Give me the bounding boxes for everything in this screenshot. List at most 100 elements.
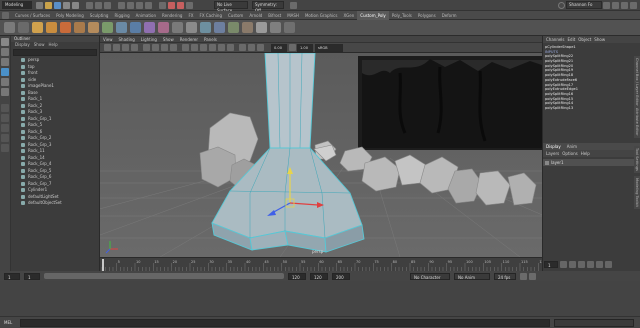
help-icon[interactable] — [603, 1, 610, 9]
shelf-tab-animation[interactable]: Animation — [133, 11, 159, 20]
current-frame-field[interactable]: 1 — [544, 260, 558, 268]
play-forward-icon[interactable] — [587, 260, 594, 268]
time-slider[interactable]: 5 10 15 20 25 30 35 40 45 50 55 60 65 70 75 80 85 90 95 100… — [100, 257, 546, 271]
range-slider[interactable] — [44, 273, 284, 279]
outliner-menu-display[interactable]: Display — [15, 42, 30, 48]
single-pane-layout-icon[interactable] — [1, 104, 9, 112]
side-by-side-layout-icon[interactable] — [1, 124, 9, 132]
redo-icon[interactable] — [72, 1, 79, 9]
shelf-tab-mash[interactable]: MASH — [284, 11, 302, 20]
shelf-bridge-icon[interactable] — [158, 22, 169, 33]
anim-layer-dropdown[interactable]: No Anim Layer — [454, 272, 490, 287]
shelf-separate-icon[interactable] — [116, 22, 127, 33]
snap-point-icon[interactable] — [136, 1, 143, 9]
gamma-icon[interactable] — [289, 44, 296, 51]
command-input[interactable] — [20, 318, 550, 327]
shelf-center-pivot-icon[interactable] — [284, 22, 295, 33]
user-account-dropdown[interactable]: Shannon Fo — [566, 1, 602, 9]
cb-menu-edit[interactable]: Edit — [568, 36, 576, 43]
shelf-smooth-icon[interactable] — [242, 22, 253, 33]
ipr-render-icon[interactable] — [177, 1, 184, 9]
end-time-field[interactable]: 120 — [310, 272, 328, 280]
snap-view-icon[interactable] — [145, 1, 152, 9]
shelf-plane-icon[interactable] — [74, 22, 85, 33]
live-surface-field[interactable]: No Live Surface — [214, 1, 248, 13]
colorspace-dropdown[interactable]: sRGB gamma — [315, 43, 343, 56]
shelf-tab-custom-poly[interactable]: Custom_Poly — [357, 10, 389, 20]
shelf-delete-history-icon[interactable] — [256, 22, 267, 33]
resolution-gate-icon[interactable] — [161, 44, 168, 51]
shelf-tab-rendering[interactable]: Rendering — [159, 11, 185, 20]
command-language[interactable]: MEL — [4, 320, 16, 325]
wireframe-on-shaded-icon[interactable] — [200, 44, 207, 51]
rotate-tool-icon[interactable] — [1, 78, 9, 86]
shelf-lasso-icon[interactable] — [18, 22, 29, 33]
shelf-select-icon[interactable] — [4, 22, 15, 33]
film-gate-icon[interactable] — [152, 44, 159, 51]
shadows-icon[interactable] — [227, 44, 234, 51]
select-component-icon[interactable] — [104, 1, 111, 9]
viewport-menu-shading[interactable]: Shading — [119, 36, 135, 43]
lasso-tool-icon[interactable] — [1, 48, 9, 56]
viewport-menu-lighting[interactable]: Lighting — [141, 36, 157, 43]
shelf-tab-curves-surfaces[interactable]: Curves / Surfaces — [12, 11, 53, 20]
shelf-tab-deform[interactable]: Deform — [439, 11, 460, 20]
layer-menu-layers[interactable]: Layers — [546, 150, 559, 157]
textured-icon[interactable] — [209, 44, 216, 51]
save-scene-icon[interactable] — [54, 1, 61, 9]
toggle-channel-box-icon[interactable] — [621, 1, 628, 9]
select-hierarchy-icon[interactable] — [86, 1, 93, 9]
viewport-menu-renderer[interactable]: Renderer — [180, 36, 198, 43]
shelf-insert-edge-loop-icon[interactable] — [214, 22, 225, 33]
shelf-tab-motion-graphics[interactable]: Motion Graphics — [302, 11, 341, 20]
shelf-sphere-icon[interactable] — [32, 22, 43, 33]
shelf-tab-bifrost[interactable]: Bifrost — [265, 11, 284, 20]
auto-key-icon[interactable] — [520, 272, 527, 280]
max-time-field[interactable]: 200 — [332, 272, 350, 280]
shelf-gear-icon[interactable] — [2, 11, 9, 19]
toggle-attribute-editor-icon[interactable] — [630, 1, 637, 9]
shelf-tab-polygons[interactable]: Polygons — [415, 11, 439, 20]
four-pane-layout-icon[interactable] — [1, 114, 9, 122]
shelf-tab-rigging[interactable]: Rigging — [111, 11, 132, 20]
render-settings-icon[interactable] — [186, 1, 193, 9]
snap-grid-icon[interactable] — [118, 1, 125, 9]
open-scene-icon[interactable] — [45, 1, 52, 9]
xray-icon[interactable] — [248, 44, 255, 51]
side-tab-modeling-toolkit[interactable]: Modeling Toolkit — [634, 176, 640, 209]
anim-prefs-icon[interactable] — [529, 272, 536, 280]
shelf-bevel-icon[interactable] — [186, 22, 197, 33]
channel-box-item[interactable]: polySplitRing13 — [543, 106, 640, 111]
snap-curve-icon[interactable] — [127, 1, 134, 9]
character-set-dropdown[interactable]: No Character Set — [410, 272, 450, 287]
shelf-tab-poly-modeling[interactable]: Poly Modeling — [53, 11, 87, 20]
shelf-freeze-icon[interactable] — [270, 22, 281, 33]
shelf-tab-fx-caching[interactable]: FX Caching — [197, 11, 225, 20]
select-tool-icon[interactable] — [1, 38, 9, 46]
cb-menu-object[interactable]: Object — [578, 36, 591, 43]
outliner-menu-show[interactable]: Show — [34, 42, 45, 48]
shelf-multi-cut-icon[interactable] — [200, 22, 211, 33]
history-icon[interactable] — [159, 1, 166, 9]
shelf-torus-icon[interactable] — [88, 22, 99, 33]
new-scene-icon[interactable] — [36, 1, 43, 9]
exposure-field[interactable]: 0.00 — [271, 43, 287, 52]
gate-mask-icon[interactable] — [170, 44, 177, 51]
outliner-item[interactable]: defaultObjectSet — [11, 200, 99, 207]
smooth-shade-icon[interactable] — [191, 44, 198, 51]
select-camera-icon[interactable] — [104, 44, 111, 51]
shelf-combine-icon[interactable] — [102, 22, 113, 33]
side-tab-attribute-editor[interactable]: Attribute Editor — [634, 106, 640, 138]
step-forward-icon[interactable] — [596, 260, 603, 268]
toggle-sidebar-icon[interactable] — [612, 1, 619, 9]
range-start-field[interactable]: 1 — [24, 272, 40, 280]
render-icon[interactable] — [168, 1, 175, 9]
start-time-field[interactable]: 1 — [4, 272, 20, 280]
undo-icon[interactable] — [63, 1, 70, 9]
shelf-tab-fx[interactable]: FX — [185, 11, 196, 20]
visibility-icon[interactable] — [545, 160, 549, 165]
gamma-field[interactable]: 1.00 — [297, 43, 313, 52]
shelf-tab-custom[interactable]: Custom — [225, 11, 246, 20]
play-back-icon[interactable] — [578, 260, 585, 268]
shelf-target-weld-icon[interactable] — [228, 22, 239, 33]
